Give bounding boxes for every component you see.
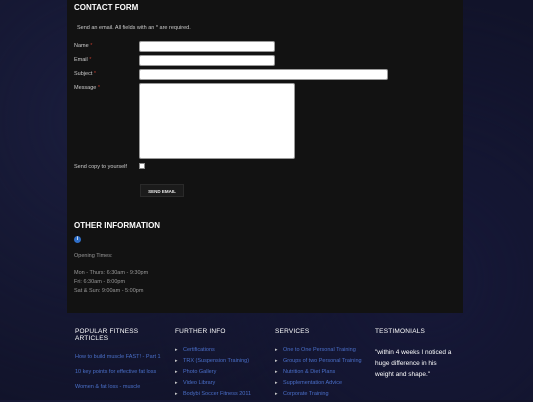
send-email-button[interactable]: SEND EMAIL [140,184,184,197]
footer: POPULAR FITNESS ARTICLES How to build mu… [67,318,463,400]
copy-checkbox[interactable] [139,163,145,169]
subject-label: Subject * [74,71,97,77]
further-info-link[interactable]: Bodybi Soccer Fitness 2011 [175,391,265,397]
article-link[interactable]: How to build muscle FAST! - Part 1 [75,354,165,361]
message-label: Message * [74,85,100,91]
opening-times-label: Opening Times: [74,253,113,259]
articles-title: POPULAR FITNESS ARTICLES [75,328,139,342]
further-info-link[interactable]: Video Library [175,380,265,386]
footer-articles: POPULAR FITNESS ARTICLES How to build mu… [75,328,165,399]
copy-label: Send copy to yourself [74,164,127,170]
hours-weekday: Mon - Thurs: 6:30am - 9:30pm [74,270,149,276]
service-link[interactable]: Groups of two Personal Training [275,358,365,364]
footer-further-info: FURTHER INFO Certifications TRX (Suspens… [175,328,265,402]
form-intro: Send an email. All fields with an * are … [77,25,191,31]
message-textarea[interactable] [139,83,295,159]
other-info-title: OTHER INFORMATION [74,221,161,230]
footer-services: SERVICES One to One Personal Training Gr… [275,328,365,402]
services-title: SERVICES [275,328,310,335]
further-info-link[interactable]: Certifications [175,347,265,353]
name-field[interactable] [139,41,275,52]
info-icon: i [74,236,81,243]
testimonials-title: TESTIMONIALS [375,328,426,335]
name-label: Name * [74,43,93,49]
service-link[interactable]: Nutrition & Diet Plans [275,369,365,375]
service-link[interactable]: Supplementation Advice [275,380,365,386]
service-link[interactable]: Corporate Training [275,391,365,397]
article-link[interactable]: 10 key points for effective fat loss [75,369,165,376]
email-label: Email * [74,57,92,63]
contact-form-title: CONTACT FORM [74,3,139,12]
hours-weekend: Sat & Sun: 9:00am - 5:00pm [74,288,144,294]
subject-field[interactable] [139,69,388,80]
footer-testimonials: TESTIMONIALS "within 4 weeks I noticed a… [375,328,455,380]
further-info-link[interactable]: TRX (Suspension Training) [175,358,265,364]
hours-friday: Fri: 6:30am - 8:00pm [74,279,126,285]
contact-panel: CONTACT FORM Send an email. All fields w… [67,0,463,313]
service-link[interactable]: One to One Personal Training [275,347,365,353]
email-field[interactable] [139,55,275,66]
further-info-link[interactable]: Photo Gallery [175,369,265,375]
article-link[interactable]: Women & fat loss - muscle [75,384,165,391]
further-info-title: FURTHER INFO [175,328,226,335]
testimonial-quote: "within 4 weeks I noticed a huge differe… [375,349,452,378]
